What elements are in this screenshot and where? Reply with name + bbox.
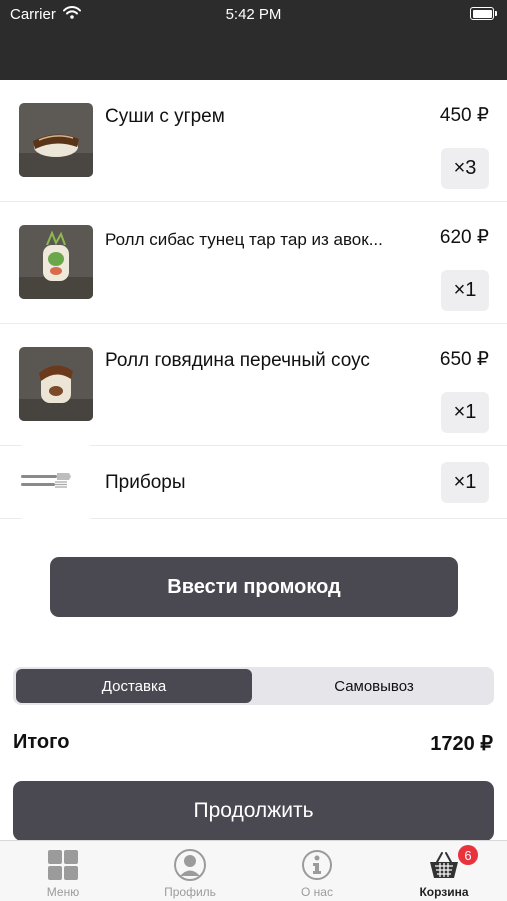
item-name: Ролл сибас тунец тар тар из авок... — [105, 230, 383, 249]
tab-menu[interactable]: Меню — [0, 841, 126, 901]
tab-label: Меню — [46, 885, 80, 899]
sushi-eel-image — [19, 103, 93, 177]
total-label: Итого — [13, 731, 70, 753]
delivery-option[interactable]: Доставка — [16, 669, 252, 703]
clock: 5:42 PM — [225, 6, 282, 23]
quantity-stepper[interactable]: ×1 — [441, 270, 489, 311]
tab-label: О нас — [301, 885, 333, 899]
quantity-stepper[interactable]: ×1 — [441, 462, 489, 503]
tab-cart[interactable]: 6 Корзина — [381, 841, 507, 901]
grid-icon — [47, 849, 79, 881]
tab-label: Профиль — [164, 885, 216, 899]
item-price: 650 ₽ — [439, 349, 489, 370]
item-price: 450 ₽ — [439, 105, 489, 126]
cart-item[interactable]: Суши с угрем 450 ₽ ×3 — [0, 80, 507, 202]
continue-button[interactable]: Продолжить — [13, 781, 494, 841]
promo-code-button[interactable]: Ввести промокод — [50, 557, 458, 617]
total-value: 1720 ₽ — [430, 733, 493, 755]
tab-bar: Меню Профиль О нас 6 Корзина — [0, 840, 507, 901]
basket-icon — [428, 849, 460, 881]
quantity-stepper[interactable]: ×1 — [441, 392, 489, 433]
profile-icon — [174, 849, 206, 881]
item-price: 620 ₽ — [439, 227, 489, 248]
pickup-option[interactable]: Самовывоз — [256, 669, 492, 703]
battery-icon — [470, 7, 497, 20]
item-name: Ролл говядина перечный соус — [105, 350, 370, 371]
quantity-stepper[interactable]: ×3 — [441, 148, 489, 189]
item-name: Суши с угрем — [105, 106, 225, 127]
info-icon — [301, 849, 333, 881]
cart-item[interactable]: Ролл сибас тунец тар тар из авок... 620 … — [0, 202, 507, 324]
status-bar: Carrier 5:42 PM — [0, 0, 507, 80]
cutlery-icon — [19, 445, 93, 519]
cart-item[interactable]: Ролл говядина перечный соус 650 ₽ ×1 — [0, 324, 507, 446]
tab-about[interactable]: О нас — [254, 841, 380, 901]
roll-beef-image — [19, 347, 93, 421]
cart-item[interactable]: Приборы ×1 — [0, 445, 507, 519]
roll-seabass-image — [19, 225, 93, 299]
item-name: Приборы — [105, 472, 186, 493]
tab-label: Корзина — [419, 885, 469, 899]
cart-badge: 6 — [458, 845, 478, 865]
delivery-toggle: Доставка Самовывоз — [13, 667, 494, 705]
tab-profile[interactable]: Профиль — [127, 841, 253, 901]
